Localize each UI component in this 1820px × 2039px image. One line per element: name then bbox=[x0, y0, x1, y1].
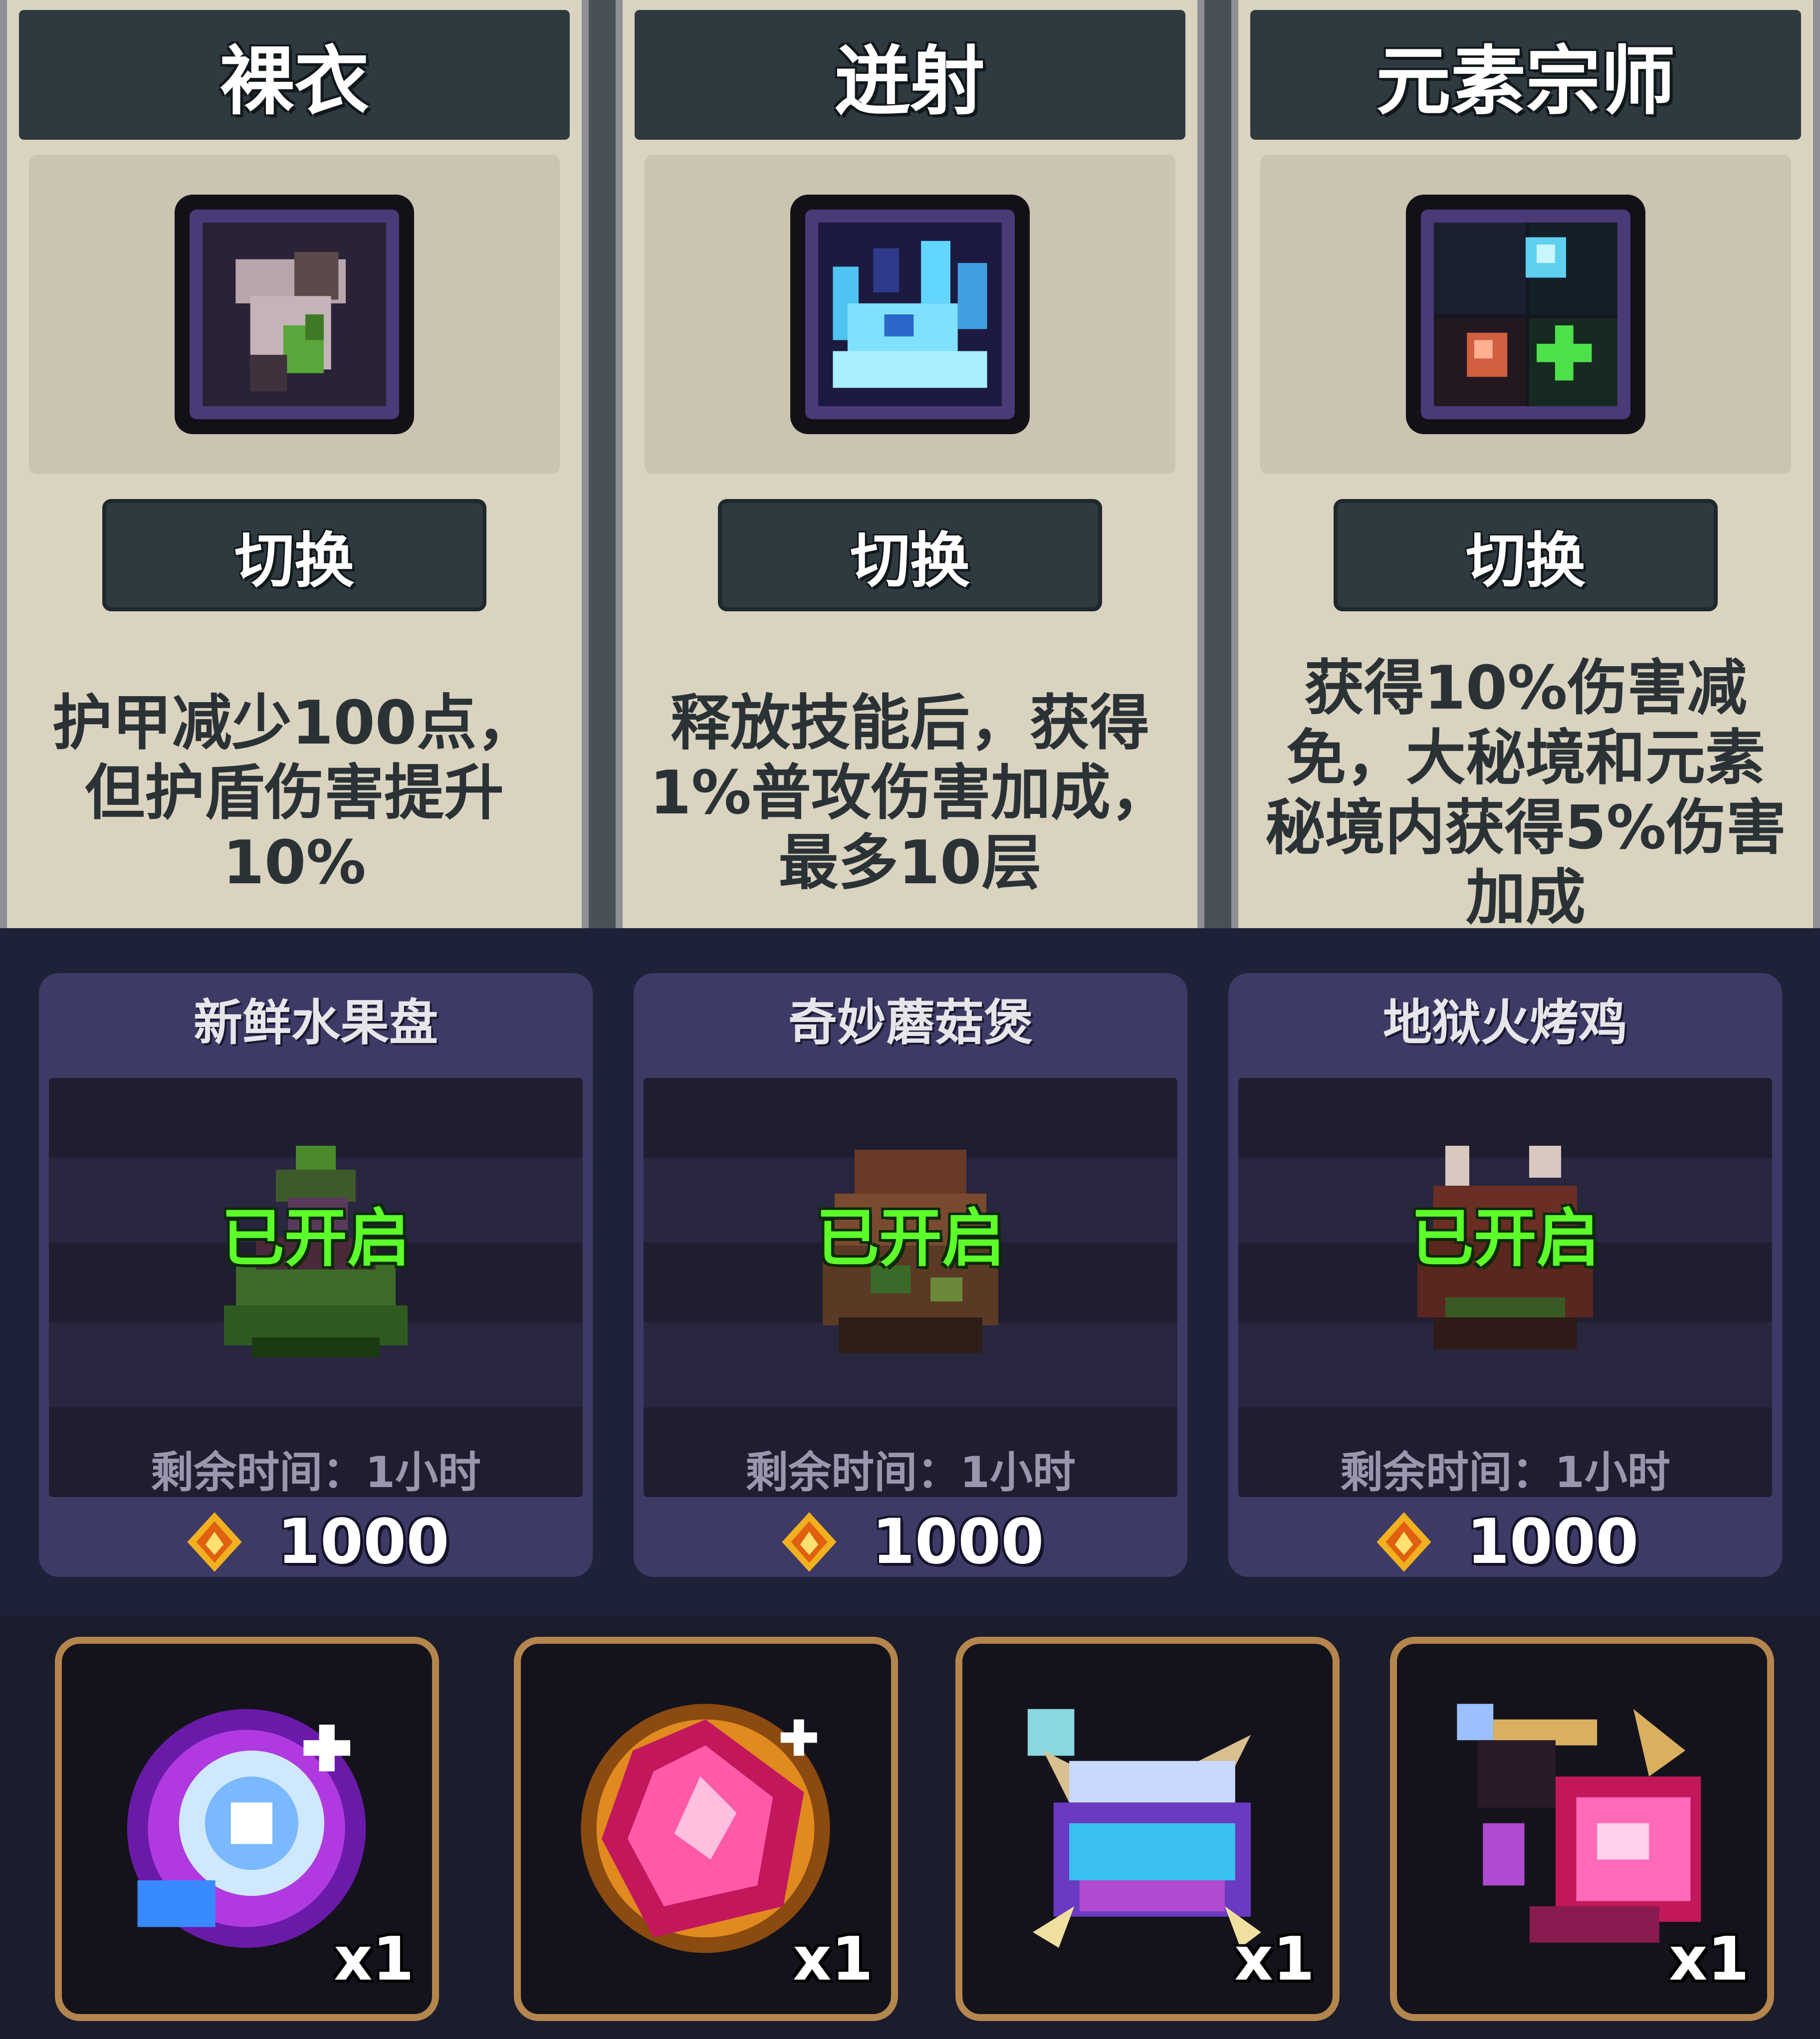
talent-card-element-master: 元素宗师 切换 获得10%伤害减免，大秘境和元素秘境内获得5%伤害加成 bbox=[1231, 0, 1820, 933]
fire-gem-icon bbox=[777, 1510, 842, 1574]
item-slot-pink-crystal[interactable]: x1 bbox=[514, 1637, 898, 2021]
bare-armor-icon bbox=[175, 195, 414, 434]
talent-description: 获得10%伤害减免，大秘境和元素秘境内获得5%伤害加成 bbox=[1265, 654, 1786, 933]
switch-button-label: 切换 bbox=[1466, 526, 1586, 596]
price-value: 1000 bbox=[1466, 1506, 1639, 1578]
talent-section: 裸衣 切换 护甲减少100点，但护盾伤害提升10% 迸射 切换 释放技能后，获得… bbox=[0, 0, 1820, 933]
switch-button[interactable]: 切换 bbox=[102, 499, 486, 611]
talent-title: 裸衣 bbox=[219, 38, 369, 125]
food-status: 已开启 bbox=[1411, 1202, 1599, 1275]
food-name: 奇妙蘑菇煲 bbox=[788, 995, 1033, 1051]
talent-description: 释放技能后，获得1%普攻伤害加成，最多10层 bbox=[650, 689, 1170, 898]
arcane-orb-icon bbox=[117, 1699, 376, 1958]
food-price: 1000 bbox=[1238, 1506, 1772, 1578]
item-count: x1 bbox=[334, 1925, 414, 1994]
pink-tome-icon bbox=[1452, 1699, 1711, 1958]
blue-potion-icon bbox=[1017, 1699, 1277, 1958]
food-buff-section: 新鲜水果盘 已开启 剩余时间：1小时 1000 奇妙蘑菇煲 已开启 剩余时间：1… bbox=[0, 928, 1820, 1617]
talent-description: 护甲减少100点，但护盾伤害提升10% bbox=[52, 689, 537, 898]
item-slot-pink-tome[interactable]: x1 bbox=[1390, 1637, 1774, 2021]
talent-title: 元素宗师 bbox=[1375, 38, 1675, 125]
food-status: 已开启 bbox=[222, 1202, 410, 1275]
food-price: 1000 bbox=[49, 1506, 583, 1578]
food-price: 1000 bbox=[644, 1506, 1177, 1578]
switch-button[interactable]: 切换 bbox=[1334, 499, 1718, 611]
fire-gem-icon bbox=[182, 1510, 247, 1574]
talent-card-header: 裸衣 bbox=[19, 10, 570, 140]
burst-icon bbox=[790, 195, 1030, 434]
switch-button-label: 切换 bbox=[234, 526, 354, 596]
item-slot-arcane-orb[interactable]: x1 bbox=[55, 1637, 439, 2021]
item-row: x1 x1 x1 x1 bbox=[0, 1617, 1820, 2039]
food-remaining-time: 剩余时间：1小时 bbox=[151, 1448, 481, 1498]
talent-card-header: 元素宗师 bbox=[1250, 10, 1801, 140]
food-name: 新鲜水果盘 bbox=[193, 995, 438, 1051]
fire-gem-icon bbox=[1371, 1510, 1436, 1574]
switch-button[interactable]: 切换 bbox=[718, 499, 1102, 611]
talent-icon-panel bbox=[1260, 155, 1791, 474]
food-status: 已开启 bbox=[816, 1202, 1005, 1275]
switch-button-label: 切换 bbox=[850, 526, 970, 596]
item-count: x1 bbox=[1234, 1925, 1315, 1994]
food-card-fruit-plate[interactable]: 新鲜水果盘 已开启 剩余时间：1小时 1000 bbox=[39, 973, 593, 1578]
price-value: 1000 bbox=[277, 1506, 450, 1578]
food-card-roast-chicken[interactable]: 地狱火烤鸡 已开启 剩余时间：1小时 1000 bbox=[1228, 973, 1782, 1578]
food-card-mushroom-pot[interactable]: 奇妙蘑菇煲 已开启 剩余时间：1小时 1000 bbox=[634, 973, 1187, 1578]
talent-title: 迸射 bbox=[835, 38, 985, 125]
food-remaining-time: 剩余时间：1小时 bbox=[1340, 1448, 1670, 1498]
talent-icon-panel bbox=[645, 155, 1175, 474]
food-name: 地狱火烤鸡 bbox=[1382, 995, 1627, 1051]
pink-crystal-icon bbox=[576, 1699, 835, 1958]
talent-card-bare-armor: 裸衣 切换 护甲减少100点，但护盾伤害提升10% bbox=[0, 0, 589, 928]
item-count: x1 bbox=[793, 1925, 873, 1994]
food-remaining-time: 剩余时间：1小时 bbox=[745, 1448, 1076, 1498]
talent-icon-panel bbox=[29, 155, 560, 474]
element-master-icon bbox=[1406, 195, 1645, 434]
item-count: x1 bbox=[1669, 1925, 1749, 1994]
talent-card-header: 迸射 bbox=[635, 10, 1185, 140]
price-value: 1000 bbox=[872, 1506, 1044, 1578]
talent-card-burst: 迸射 切换 释放技能后，获得1%普攻伤害加成，最多10层 bbox=[616, 0, 1204, 928]
item-slot-blue-potion[interactable]: x1 bbox=[955, 1637, 1340, 2021]
